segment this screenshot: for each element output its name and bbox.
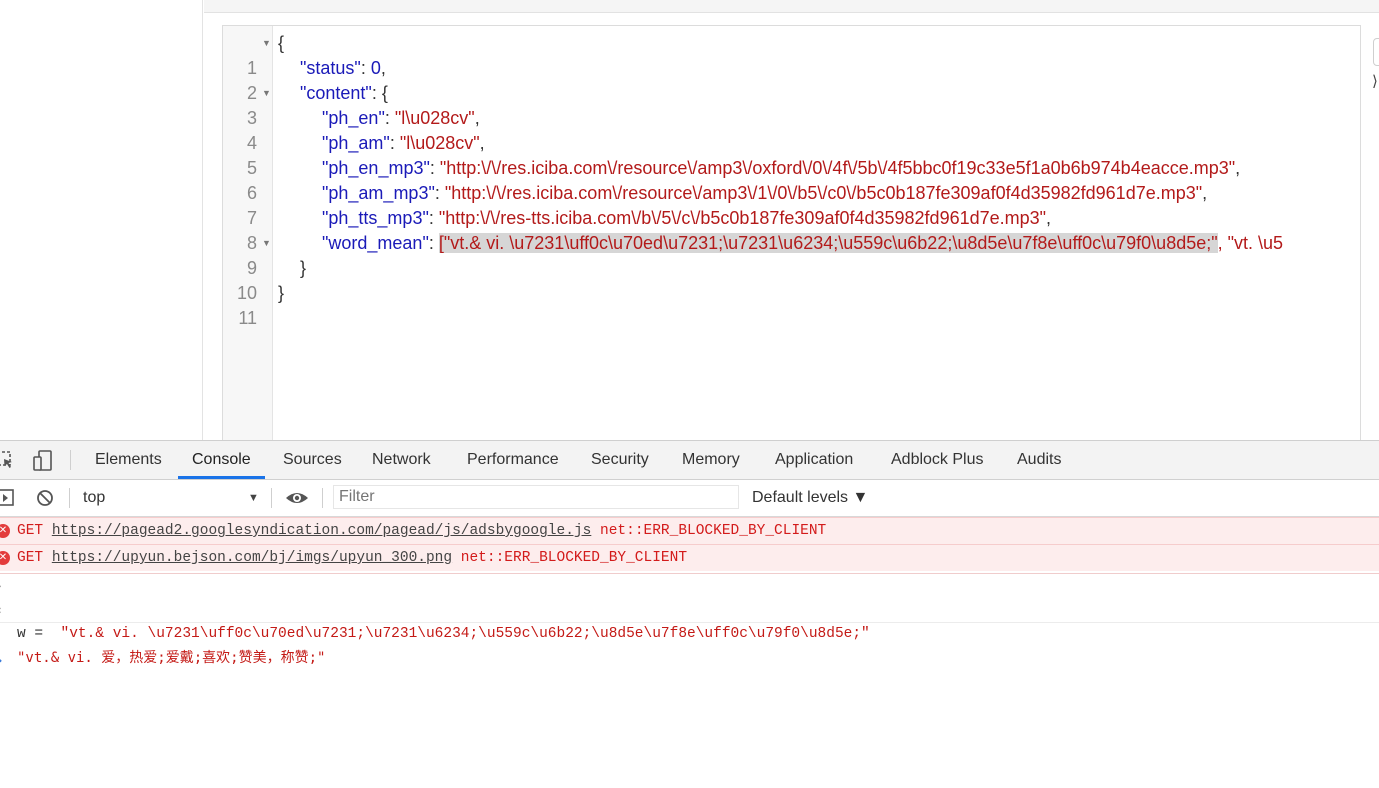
code-line-6: 6 "ph_en_mp3": "http:\/\/res.iciba.com\/… xyxy=(223,156,1360,203)
prompt-chevron-icon: › xyxy=(0,649,3,673)
filter-input[interactable] xyxy=(333,485,739,509)
json-value: , "vt. \u5 xyxy=(1217,233,1284,253)
json-key: "ph_en_mp3" xyxy=(322,158,430,178)
selected-text[interactable]: ["vt.& vi. \u7231\uff0c\u70ed\u7231;\u72… xyxy=(438,233,1218,253)
toolbar-separator xyxy=(69,488,70,508)
page-top-strip xyxy=(204,0,1379,13)
output-chevron-icon: ‹ xyxy=(0,598,2,622)
console-input-row: › w = "vt.& vi. \u7231\uff0c\u70ed\u7231… xyxy=(0,573,1379,642)
toolbar-separator xyxy=(322,488,323,508)
fold-arrow-icon[interactable]: ▼ xyxy=(262,31,271,56)
toolbar-separator xyxy=(271,488,272,508)
code-line-11: 11 } xyxy=(223,281,1360,328)
device-toolbar-icon[interactable] xyxy=(33,450,53,476)
json-value: "http:\/\/res.iciba.com\/resource\/amp3\… xyxy=(439,158,1236,178)
tab-sources[interactable]: Sources xyxy=(283,441,342,479)
tab-memory[interactable]: Memory xyxy=(682,441,740,479)
tab-security[interactable]: Security xyxy=(591,441,649,479)
json-key: "word_mean" xyxy=(322,233,429,253)
json-key: "ph_am" xyxy=(322,133,390,153)
fold-arrow-icon[interactable]: ▼ xyxy=(262,231,271,256)
json-value: "http:\/\/res.iciba.com\/resource\/amp3\… xyxy=(444,183,1203,203)
tab-network[interactable]: Network xyxy=(372,441,431,479)
line-number: 11 xyxy=(238,308,257,328)
devtools-panel: Elements Console Sources Network Perform… xyxy=(0,440,1379,788)
code-line-10: 10 } xyxy=(223,256,1360,303)
side-widget[interactable] xyxy=(1373,38,1379,66)
console-toolbar: top ▼ Default levels ▼ xyxy=(0,480,1379,517)
error-url-link[interactable]: https://upyun.bejson.com/bj/imgs/upyun_3… xyxy=(52,550,452,566)
error-icon: ✕ xyxy=(0,524,10,538)
tab-elements[interactable]: Elements xyxy=(95,441,162,479)
json-value: "l\u028cv" xyxy=(394,108,475,128)
json-editor[interactable]: 1 ▼ { 2 "status": 0, 3 ▼ "content": { 4 … xyxy=(222,25,1361,447)
side-glyph-icon: ⟩ xyxy=(1372,73,1378,90)
json-key: "content" xyxy=(300,83,372,103)
brace: { xyxy=(278,33,285,53)
code-line-7: 7 "ph_am_mp3": "http:\/\/res.iciba.com\/… xyxy=(223,181,1360,228)
dropdown-arrow-icon[interactable]: ▼ xyxy=(248,480,259,516)
tab-console[interactable]: Console xyxy=(192,441,251,479)
request-method: GET xyxy=(17,523,44,539)
json-key: "ph_en" xyxy=(322,108,385,128)
live-expression-eye-icon[interactable] xyxy=(285,489,309,512)
inspect-element-icon[interactable] xyxy=(0,450,14,475)
error-url-link[interactable]: https://pagead2.googlesyndication.com/pa… xyxy=(52,523,592,539)
request-method: GET xyxy=(17,550,44,566)
brace: { xyxy=(381,83,388,103)
code-line-3: 3 ▼ "content": { xyxy=(223,81,1360,128)
log-levels-dropdown[interactable]: Default levels ▼ xyxy=(752,480,868,516)
code-line-5: 5 "ph_am": "l\u028cv", xyxy=(223,131,1360,178)
json-key: "ph_am_mp3" xyxy=(322,183,435,203)
json-value: 0 xyxy=(370,58,381,78)
code-line-8: 8 "ph_tts_mp3": "http:\/\/res-tts.iciba.… xyxy=(223,206,1360,253)
tab-application[interactable]: Application xyxy=(775,441,853,479)
console-error-row: ✕ GET https://upyun.bejson.com/bj/imgs/u… xyxy=(0,544,1379,571)
code-line-2: 2 "status": 0, xyxy=(223,56,1360,103)
json-value: "http:\/\/res-tts.iciba.com\/b\/5\/c\/b5… xyxy=(438,208,1047,228)
input-chevron-icon: › xyxy=(0,574,2,598)
error-status: net::ERR_BLOCKED_BY_CLIENT xyxy=(600,523,827,539)
code-line-4: 4 "ph_en": "l\u028cv", xyxy=(223,106,1360,153)
sidebar-toggle-icon[interactable] xyxy=(0,489,15,512)
code-line-1: 1 ▼ { xyxy=(223,31,1360,78)
tab-performance[interactable]: Performance xyxy=(467,441,559,479)
code-line-9: 9 ▼ "word_mean": ["vt.& vi. \u7231\uff0c… xyxy=(223,231,1360,278)
brace: } xyxy=(300,258,307,278)
json-value: "l\u028cv" xyxy=(399,133,480,153)
fold-arrow-icon[interactable]: ▼ xyxy=(262,81,271,106)
tab-adblock-plus[interactable]: Adblock Plus xyxy=(891,441,984,479)
tab-separator xyxy=(70,450,71,470)
error-status: net::ERR_BLOCKED_BY_CLIENT xyxy=(460,550,688,566)
json-key: "ph_tts_mp3" xyxy=(322,208,429,228)
clear-console-icon[interactable] xyxy=(36,489,54,512)
active-tab-indicator xyxy=(178,476,265,479)
console-prompt-row[interactable]: › xyxy=(0,625,1379,669)
context-select[interactable]: top xyxy=(83,480,105,516)
console-error-row: ✕ GET https://pagead2.googlesyndication.… xyxy=(0,517,1379,544)
left-panel-divider xyxy=(202,0,203,440)
devtools-tabbar: Elements Console Sources Network Perform… xyxy=(0,441,1379,480)
json-key: "status" xyxy=(300,58,361,78)
error-icon: ✕ xyxy=(0,551,10,565)
brace: } xyxy=(278,283,285,303)
console-output-string: "vt.& vi. 爱，热爱;爱戴;喜欢;赞美，称赞;" xyxy=(17,650,326,666)
tab-audits[interactable]: Audits xyxy=(1017,441,1061,479)
console-output-row: ‹ "vt.& vi. 爱，热爱;爱戴;喜欢;赞美，称赞;" xyxy=(0,598,1379,666)
